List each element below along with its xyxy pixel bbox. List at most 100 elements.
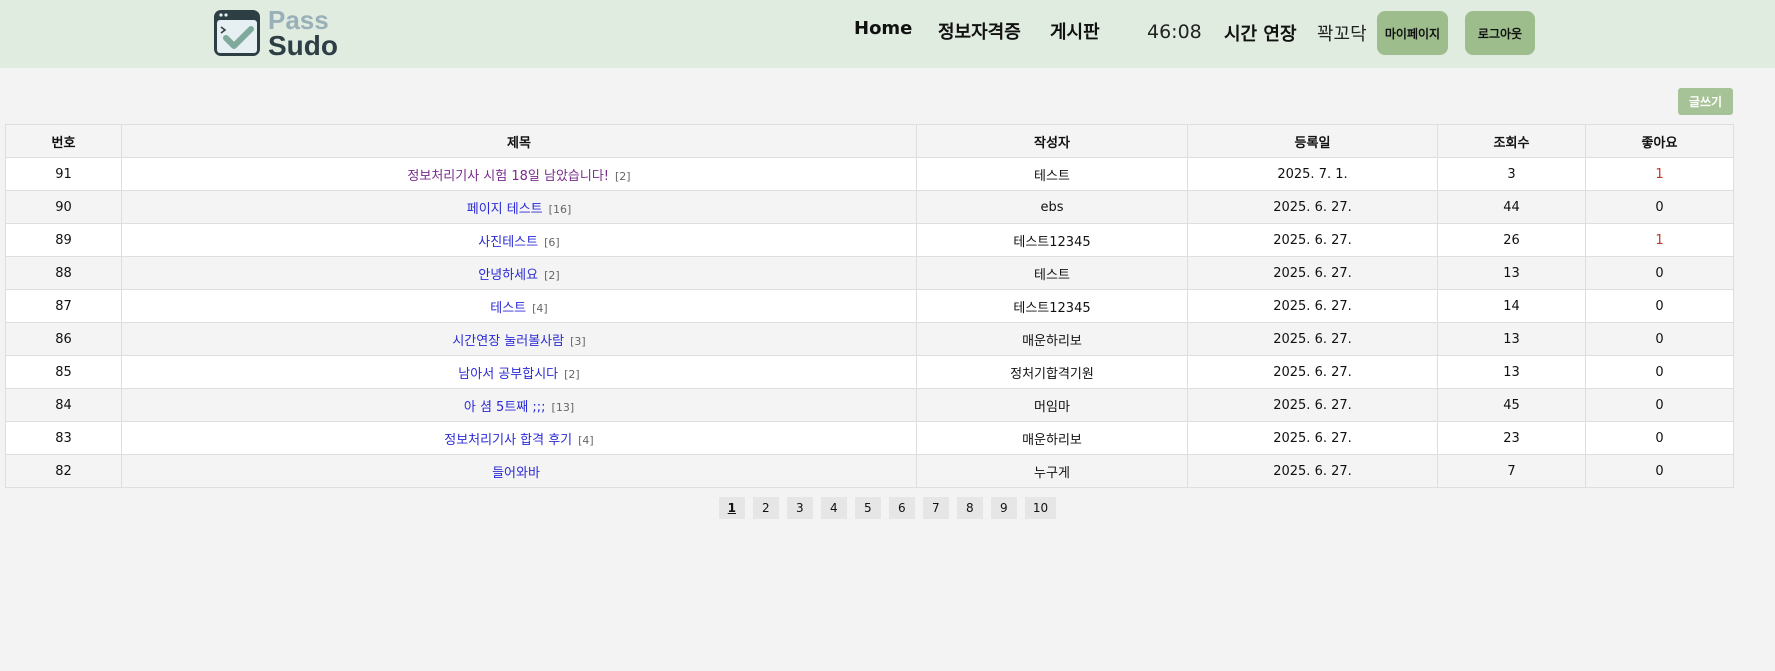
page-button-5[interactable]: 5 (854, 497, 881, 519)
page-button-9[interactable]: 9 (990, 497, 1017, 519)
cell-date: 2025. 6. 27. (1187, 190, 1438, 224)
post-title-link[interactable]: 아 셤 5트째 ;;; (464, 400, 546, 415)
cell-author: ebs (916, 190, 1188, 224)
post-title-link[interactable]: 들어와바 (492, 466, 540, 481)
header-author: 작성자 (916, 124, 1188, 158)
cell-likes: 0 (1585, 289, 1734, 323)
post-title-link[interactable]: 정보처리기사 합격 후기 (444, 433, 572, 448)
header-views: 조회수 (1437, 124, 1586, 158)
header-title: 제목 (121, 124, 917, 158)
cell-views: 3 (1437, 157, 1586, 191)
table-row: 87 테스트 [4] 테스트12345 2025. 6. 27. 14 0 (5, 289, 1734, 323)
comment-count: [2] (615, 169, 631, 183)
page-button-1[interactable]: 1 (718, 497, 745, 519)
cell-likes: 0 (1585, 421, 1734, 455)
cell-author: 매운하리보 (916, 421, 1188, 455)
cell-date: 2025. 6. 27. (1187, 421, 1438, 455)
comment-count: [13] (551, 400, 575, 414)
nav-board-link[interactable]: 게시판 (1050, 18, 1100, 44)
cell-likes: 0 (1585, 322, 1734, 356)
post-title-link[interactable]: 남아서 공부합시다 (458, 367, 558, 382)
cell-no: 90 (5, 190, 122, 224)
cell-views: 14 (1437, 289, 1586, 323)
cell-author: 테스트12345 (916, 223, 1188, 257)
cell-date: 2025. 6. 27. (1187, 355, 1438, 389)
comment-count: [2] (564, 367, 580, 381)
table-row: 84 아 셤 5트째 ;;; [13] 머임마 2025. 6. 27. 45 0 (5, 388, 1734, 422)
cell-title: 정보처리기사 합격 후기 [4] (121, 421, 917, 455)
page-button-4[interactable]: 4 (820, 497, 847, 519)
cell-likes: 0 (1585, 190, 1734, 224)
cell-no: 82 (5, 454, 122, 488)
cell-views: 13 (1437, 355, 1586, 389)
write-post-button[interactable]: 글쓰기 (1678, 88, 1733, 115)
cell-date: 2025. 6. 27. (1187, 289, 1438, 323)
table-header-row: 번호 제목 작성자 등록일 조회수 좋아요 (5, 124, 1734, 158)
table-row: 88 안녕하세요 [2] 테스트 2025. 6. 27. 13 0 (5, 256, 1734, 290)
cell-title: 남아서 공부합시다 [2] (121, 355, 917, 389)
header-date: 등록일 (1187, 124, 1438, 158)
cell-title: 시간연장 눌러볼사람 [3] (121, 322, 917, 356)
comment-count: [16] (548, 202, 572, 216)
comment-count: [6] (544, 235, 560, 249)
cell-date: 2025. 6. 27. (1187, 454, 1438, 488)
page-button-10[interactable]: 10 (1024, 497, 1057, 519)
cell-date: 2025. 6. 27. (1187, 388, 1438, 422)
top-header: Pass Sudo Home 정보자격증 게시판 46:08 시간 연장 꽉꼬닥… (0, 0, 1775, 68)
cell-date: 2025. 7. 1. (1187, 157, 1438, 191)
comment-count: [3] (570, 334, 586, 348)
logo-check-window-icon (214, 10, 260, 56)
cell-likes: 0 (1585, 454, 1734, 488)
site-logo[interactable]: Pass Sudo (212, 7, 338, 61)
cell-views: 13 (1437, 322, 1586, 356)
cell-title: 안녕하세요 [2] (121, 256, 917, 290)
cell-title: 페이지 테스트 [16] (121, 190, 917, 224)
comment-count: [4] (578, 433, 594, 447)
username-label: 꽉꼬닥 (1317, 24, 1367, 45)
page-button-8[interactable]: 8 (956, 497, 983, 519)
nav-certs-link[interactable]: 정보자격증 (938, 18, 1021, 44)
table-row: 83 정보처리기사 합격 후기 [4] 매운하리보 2025. 6. 27. 23 0 (5, 421, 1734, 455)
cell-author: 머임마 (916, 388, 1188, 422)
page-button-2[interactable]: 2 (752, 497, 779, 519)
post-title-link[interactable]: 테스트 (490, 301, 526, 316)
cell-date: 2025. 6. 27. (1187, 256, 1438, 290)
post-title-link[interactable]: 시간연장 눌러볼사람 (452, 334, 564, 349)
mypage-button[interactable]: 마이페이지 (1377, 11, 1448, 55)
table-row: 90 페이지 테스트 [16] ebs 2025. 6. 27. 44 0 (5, 190, 1734, 224)
cell-no: 84 (5, 388, 122, 422)
page-button-7[interactable]: 7 (922, 497, 949, 519)
extend-time-button[interactable]: 시간 연장 (1224, 20, 1297, 46)
table-row: 82 들어와바 누구게 2025. 6. 27. 7 0 (5, 454, 1734, 488)
cell-title: 정보처리기사 시험 18일 남았습니다! [2] (121, 157, 917, 191)
cell-author: 테스트 (916, 256, 1188, 290)
cell-title: 아 셤 5트째 ;;; [13] (121, 388, 917, 422)
cell-title: 들어와바 (121, 454, 917, 488)
cell-likes: 0 (1585, 388, 1734, 422)
table-row: 89 사진테스트 [6] 테스트12345 2025. 6. 27. 26 1 (5, 223, 1734, 257)
cell-author: 누구게 (916, 454, 1188, 488)
post-title-link[interactable]: 사진테스트 (478, 235, 538, 250)
table-row: 86 시간연장 눌러볼사람 [3] 매운하리보 2025. 6. 27. 13 0 (5, 322, 1734, 356)
cell-title: 테스트 [4] (121, 289, 917, 323)
cell-likes: 1 (1585, 157, 1734, 191)
header-no: 번호 (5, 124, 122, 158)
pagination: 1 2 3 4 5 6 7 8 9 10 (0, 497, 1775, 519)
post-title-link[interactable]: 정보처리기사 시험 18일 남았습니다! (407, 169, 609, 184)
post-title-link[interactable]: 페이지 테스트 (467, 202, 543, 217)
page-button-6[interactable]: 6 (888, 497, 915, 519)
session-timer: 46:08 (1147, 21, 1202, 43)
logout-button[interactable]: 로그아웃 (1465, 11, 1535, 55)
comment-count: [4] (532, 301, 548, 315)
cell-no: 91 (5, 157, 122, 191)
page-button-3[interactable]: 3 (786, 497, 813, 519)
cell-views: 44 (1437, 190, 1586, 224)
table-row: 85 남아서 공부합시다 [2] 정처기합격기원 2025. 6. 27. 13 0 (5, 355, 1734, 389)
post-title-link[interactable]: 안녕하세요 (478, 268, 538, 283)
logo-text-sudo: Sudo (268, 30, 338, 61)
cell-date: 2025. 6. 27. (1187, 223, 1438, 257)
cell-author: 테스트 (916, 157, 1188, 191)
nav-home-link[interactable]: Home (854, 18, 912, 39)
cell-no: 87 (5, 289, 122, 323)
cell-author: 정처기합격기원 (916, 355, 1188, 389)
